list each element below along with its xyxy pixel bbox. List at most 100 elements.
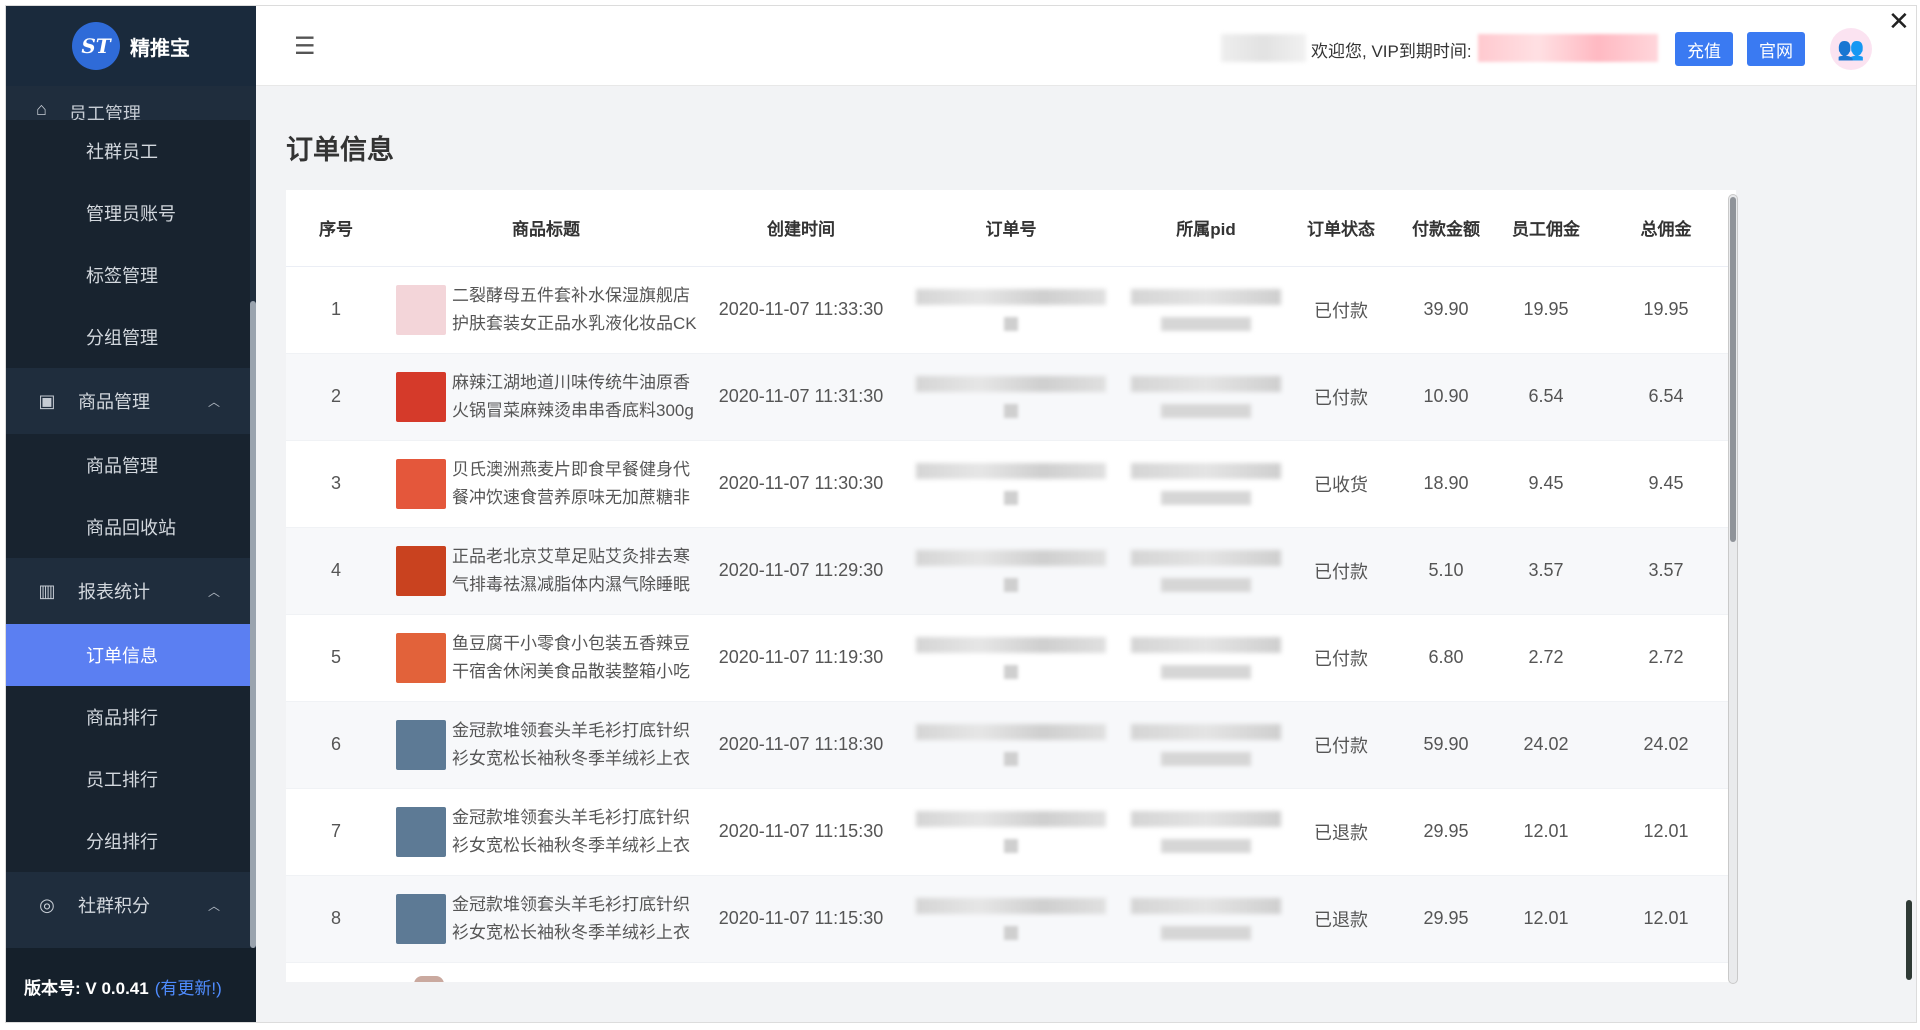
sidebar-group-label: 员工管理 bbox=[68, 104, 141, 120]
total-commission: 24.02 bbox=[1596, 701, 1736, 789]
order-status: 已退款 bbox=[1286, 788, 1396, 876]
top-header: ☰ 欢迎您, VIP到期时间: 充值 官网 👥 bbox=[256, 6, 1916, 86]
sidebar-item-1[interactable]: 管理员账号 bbox=[6, 182, 250, 244]
sidebar: ST 精推宝 ⌂ 员工管理 社群员工 管理员账号 标签管理 分组管理 ▣ 商品管理 ︿ 商品管… bbox=[6, 6, 256, 1022]
order-status: 已退款 bbox=[1286, 875, 1396, 963]
sidebar-item-0[interactable]: 社群员工 bbox=[6, 120, 250, 182]
sidebar-scrollbar[interactable] bbox=[250, 86, 256, 948]
product-thumbnail bbox=[396, 719, 446, 770]
created-time: 2020-11-07 11:19:30 bbox=[706, 614, 896, 702]
table-row[interactable]: 7 金冠款堆领套头羊毛衫打底针织衫女宽松长袖秋冬季羊绒衫上衣 2020-11-07 … bbox=[286, 788, 1736, 876]
row-number: 2 bbox=[286, 353, 386, 441]
sidebar-group-12[interactable]: ◎ 社群积分 ︿ bbox=[6, 872, 250, 938]
product-thumbnail bbox=[396, 893, 446, 944]
official-site-button[interactable]: 官网 bbox=[1747, 32, 1805, 66]
row-number: 3 bbox=[286, 440, 386, 528]
sidebar-item-9[interactable]: 商品排行 bbox=[6, 686, 250, 748]
version-info: 版本号: V 0.0.41 (有更新!) bbox=[6, 948, 256, 1022]
product-title[interactable]: 金冠款堆领套头羊毛衫打底针织衫女宽松长袖秋冬季羊绒衫上衣 bbox=[452, 804, 706, 860]
sidebar-group-4[interactable]: ▣ 商品管理 ︿ bbox=[6, 368, 250, 434]
product-title[interactable]: 鱼豆腐干小零食小包装五香辣豆干宿舍休闲美食品散装整箱小吃麻辣 bbox=[452, 630, 706, 686]
table-row[interactable]: 4 正品老北京艾草足贴艾灸排去寒气排毒祛濕减脂体内濕气除睡眠脚贴2020-11-0… bbox=[286, 527, 1736, 615]
staff-commission: 19.95 bbox=[1496, 266, 1596, 354]
table-row[interactable]: 6 金冠款堆领套头羊毛衫打底针织衫女宽松长袖秋冬季羊绒衫上衣 2020-11-07 … bbox=[286, 701, 1736, 789]
order-table: 序号 商品标题 创建时间 订单号 所属pid 订单状态 付款金额 员工佣金 总佣金 1 二裂酵母五… bbox=[286, 190, 1736, 982]
product-cell: 麻辣江湖地道川味传统牛油原香火锅冒菜麻辣烫串串香底料300g bbox=[386, 353, 706, 441]
table-row[interactable]: 1 二裂酵母五件套补水保湿旗舰店护肤套装女正品水乳液化妆品CK 2020-11-07… bbox=[286, 266, 1736, 354]
sidebar-item-8[interactable]: 订单信息 bbox=[6, 624, 250, 686]
sidebar-item-11[interactable]: 分组排行 bbox=[6, 810, 250, 872]
table-header-row: 序号 商品标题 创建时间 订单号 所属pid 订单状态 付款金额 员工佣金 总佣金 bbox=[286, 190, 1736, 267]
order-status: 已付款 bbox=[1286, 527, 1396, 615]
order-number-redacted bbox=[896, 701, 1126, 789]
total-commission: 12.01 bbox=[1596, 788, 1736, 876]
avatar[interactable]: 👥 bbox=[1830, 28, 1872, 70]
order-number-redacted bbox=[896, 614, 1126, 702]
sidebar-item-3[interactable]: 分组管理 bbox=[6, 306, 250, 368]
sidebar-item-10[interactable]: 员工排行 bbox=[6, 748, 250, 810]
logo-icon: ST bbox=[72, 22, 120, 70]
order-status: 已付款 bbox=[1286, 614, 1396, 702]
column-header: 员工佣金 bbox=[1496, 190, 1596, 267]
product-thumbnail bbox=[396, 371, 446, 422]
staff-commission: 24.02 bbox=[1496, 701, 1596, 789]
product-thumbnail bbox=[396, 806, 446, 857]
pay-amount: 29.95 bbox=[1396, 788, 1496, 876]
update-link[interactable]: (有更新!) bbox=[155, 974, 222, 999]
sidebar-scroll-thumb[interactable] bbox=[250, 301, 256, 948]
product-cell: 金冠款堆领套头羊毛衫打底针织衫女宽松长袖秋冬季羊绒衫上衣 bbox=[386, 788, 706, 876]
product-title[interactable]: 正品老北京艾草足贴艾灸排去寒气排毒祛濕减脂体内濕气除睡眠脚贴 bbox=[452, 543, 706, 599]
order-number-redacted bbox=[896, 788, 1126, 876]
product-thumbnail bbox=[396, 284, 446, 335]
logo: ST 精推宝 bbox=[6, 6, 256, 86]
table-scrollbar[interactable] bbox=[1728, 194, 1738, 984]
table-row[interactable]: 5 鱼豆腐干小零食小包装五香辣豆干宿舍休闲美食品散装整箱小吃麻辣2020-11-0… bbox=[286, 614, 1736, 702]
pay-amount: 5.10 bbox=[1396, 527, 1496, 615]
product-title[interactable]: 二裂酵母五件套补水保湿旗舰店护肤套装女正品水乳液化妆品CK bbox=[452, 282, 706, 338]
clipboard-icon: ▣ bbox=[38, 390, 56, 411]
pay-amount: 6.80 bbox=[1396, 614, 1496, 702]
pay-amount: 29.95 bbox=[1396, 875, 1496, 963]
pay-amount: 39.90 bbox=[1396, 266, 1496, 354]
created-time: 2020-11-07 11:33:30 bbox=[706, 266, 896, 354]
menu-fold-icon[interactable]: ☰ bbox=[294, 32, 316, 61]
column-header: 付款金额 bbox=[1396, 190, 1496, 267]
product-cell: 金冠款堆领套头羊毛衫打底针织衫女宽松长袖秋冬季羊绒衫上衣 bbox=[386, 875, 706, 963]
pid-redacted bbox=[1126, 701, 1286, 789]
column-header: 商品标题 bbox=[386, 190, 706, 267]
total-commission: 6.54 bbox=[1596, 353, 1736, 441]
close-icon[interactable]: ✕ bbox=[1888, 6, 1910, 37]
row-number: 4 bbox=[286, 527, 386, 615]
product-title[interactable]: 贝氏澳洲燕麦片即食早餐健身代餐冲饮速食营养原味无加蔗糖非脱脂 bbox=[452, 456, 706, 512]
product-title[interactable]: 金冠款堆领套头羊毛衫打底针织衫女宽松长袖秋冬季羊绒衫上衣 bbox=[452, 891, 706, 947]
table-scroll-thumb[interactable] bbox=[1730, 197, 1736, 542]
sidebar-group-staff[interactable]: ⌂ 员工管理 bbox=[6, 86, 250, 120]
sidebar-item-2[interactable]: 标签管理 bbox=[6, 244, 250, 306]
product-cell: 鱼豆腐干小零食小包装五香辣豆干宿舍休闲美食品散装整箱小吃麻辣 bbox=[386, 614, 706, 702]
welcome-text: 欢迎您, VIP到期时间: bbox=[1311, 42, 1472, 61]
row-number: 1 bbox=[286, 266, 386, 354]
sidebar-group-7[interactable]: ▥ 报表统计 ︿ bbox=[6, 558, 250, 624]
recharge-button[interactable]: 充值 bbox=[1675, 32, 1733, 66]
table-row[interactable]: 2 麻辣江湖地道川味传统牛油原香火锅冒菜麻辣烫串串香底料300g 2020-11-0… bbox=[286, 353, 1736, 441]
column-header: 订单状态 bbox=[1286, 190, 1396, 267]
table-row[interactable]: 8 金冠款堆领套头羊毛衫打底针织衫女宽松长袖秋冬季羊绒衫上衣 2020-11-07 … bbox=[286, 875, 1736, 963]
product-title[interactable]: 金冠款堆领套头羊毛衫打底针织衫女宽松长袖秋冬季羊绒衫上衣 bbox=[452, 717, 706, 773]
order-status: 已付款 bbox=[1286, 701, 1396, 789]
sidebar-item-6[interactable]: 商品回收站 bbox=[6, 496, 250, 558]
pid-redacted bbox=[1126, 875, 1286, 963]
version-label: 版本号: V 0.0.41 bbox=[24, 978, 149, 998]
column-header: 创建时间 bbox=[706, 190, 896, 267]
table-row[interactable]: 3 贝氏澳洲燕麦片即食早餐健身代餐冲饮速食营养原味无加蔗糖非脱脂2020-11-0… bbox=[286, 440, 1736, 528]
chevron-up-icon: ︿ bbox=[207, 394, 220, 409]
total-commission: 2.72 bbox=[1596, 614, 1736, 702]
created-time: 2020-11-07 11:31:30 bbox=[706, 353, 896, 441]
sidebar-item-5[interactable]: 商品管理 bbox=[6, 434, 250, 496]
product-title[interactable]: 麻辣江湖地道川味传统牛油原香火锅冒菜麻辣烫串串香底料300g bbox=[452, 369, 706, 425]
pid-redacted bbox=[1126, 788, 1286, 876]
column-header: 总佣金 bbox=[1596, 190, 1736, 267]
app-window: ST 精推宝 ⌂ 员工管理 社群员工 管理员账号 标签管理 分组管理 ▣ 商品管理 ︿ 商品管… bbox=[5, 5, 1917, 1023]
pay-amount: 18.90 bbox=[1396, 440, 1496, 528]
pid-redacted bbox=[1126, 614, 1286, 702]
total-commission: 12.01 bbox=[1596, 875, 1736, 963]
